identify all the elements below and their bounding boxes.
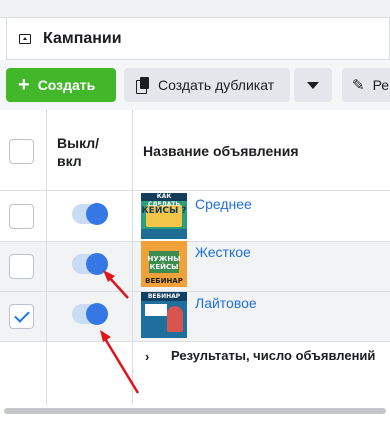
edit-button-label: Ре (372, 77, 390, 93)
ads-table: Выкл/ вкл Название объявления КАК СДЕЛАТ… (0, 110, 390, 405)
tab-campaigns-label: Кампании (43, 29, 122, 47)
copy-icon (136, 77, 150, 94)
tab-campaigns[interactable]: Кампании (6, 18, 390, 60)
top-strip (0, 0, 390, 18)
create-button-label: Создать (37, 77, 96, 93)
edit-button[interactable]: ✎ Ре (342, 68, 390, 102)
annotation-arrows (100, 270, 140, 394)
duplicate-button-label: Создать дубликат (158, 77, 275, 93)
create-button[interactable]: + Создать (6, 68, 116, 102)
horizontal-scrollbar[interactable] (0, 405, 390, 432)
toolbar: + Создать Создать дубликат ✎ Ре (0, 60, 390, 110)
duplicate-dropdown-button[interactable] (294, 68, 332, 102)
plus-icon: + (18, 74, 30, 96)
folder-icon (19, 33, 31, 44)
duplicate-button[interactable]: Создать дубликат (124, 68, 290, 102)
pencil-icon: ✎ (352, 77, 365, 94)
arrow-head (100, 330, 111, 342)
scrollbar-thumb[interactable] (4, 408, 386, 414)
chevron-down-icon (307, 81, 319, 89)
arrow-line (102, 336, 140, 394)
